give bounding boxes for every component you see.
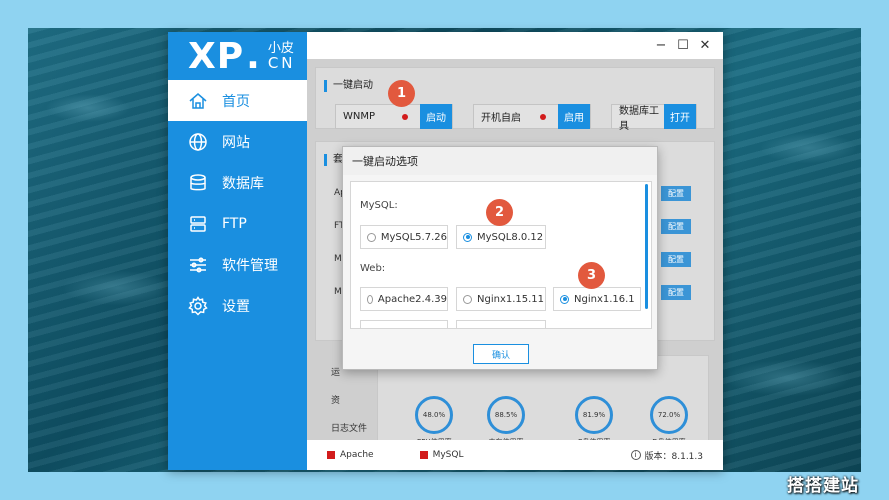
logo-xp: XP	[188, 35, 245, 77]
radio-circle-selected	[463, 232, 472, 242]
suite-row-label: M	[334, 254, 342, 264]
info-icon: i	[630, 450, 641, 460]
sidebar-item-label: 网站	[222, 134, 250, 151]
radio-apache[interactable]: Apache2.4.39	[360, 287, 448, 311]
config-button[interactable]: 配置	[661, 186, 691, 201]
radio-circle	[367, 294, 373, 304]
apache-status-label: Apache	[340, 450, 374, 460]
autostart-box: 开机自启 启用	[473, 104, 591, 129]
sidebar-item-home[interactable]: 首页	[168, 80, 307, 121]
radio-circle-selected	[560, 294, 569, 304]
config-button[interactable]: 配置	[661, 219, 691, 234]
radio-circle	[367, 232, 376, 242]
enable-button[interactable]: 启用	[558, 104, 590, 129]
suite-row-label: M	[334, 287, 342, 297]
quickstart-options-dialog: 一键启动选项 MySQL: MySQL5.7.26 MySQL8.0.12 We…	[342, 146, 658, 370]
config-button[interactable]: 配置	[661, 252, 691, 267]
status-dot	[540, 113, 546, 120]
suite-title: 套	[324, 154, 343, 166]
open-button[interactable]: 打开	[664, 104, 696, 129]
dbtool-label: 数据库工具	[619, 105, 659, 132]
server-icon	[188, 214, 208, 234]
radio-label: Nginx1.16.1	[574, 293, 635, 305]
gear-icon	[188, 295, 208, 316]
status-dot	[402, 113, 408, 120]
radio-partial[interactable]	[456, 320, 546, 328]
config-button[interactable]: 配置	[661, 285, 691, 300]
database-icon	[188, 173, 208, 193]
sidebar-item-ftp[interactable]: FTP	[168, 203, 307, 244]
callout-badge-3: 3	[578, 262, 605, 289]
mysql-status-label: MySQL	[432, 450, 464, 460]
globe-icon	[188, 132, 208, 152]
mysql-group-label: MySQL:	[360, 200, 398, 211]
status-bar: Apache MySQL i 版本：8.1.1.3	[307, 440, 723, 470]
dialog-title: 一键启动选项	[343, 147, 657, 175]
radio-nginx-1-15[interactable]: Nginx1.15.11	[456, 287, 546, 311]
sidebar-item-label: 首页	[222, 93, 250, 110]
wnmp-label: WNMP	[343, 111, 376, 122]
radio-label: Apache2.4.39	[377, 293, 447, 305]
radio-circle	[463, 294, 472, 304]
watermark: 搭搭建站	[787, 476, 859, 496]
radio-mysql5[interactable]: MySQL5.7.26	[360, 225, 448, 249]
sidebar-item-website[interactable]: 网站	[168, 121, 307, 162]
titlebar: − ☐ ✕	[307, 32, 723, 59]
start-button[interactable]: 启动	[420, 104, 452, 129]
tab-runtime[interactable]: 运	[331, 365, 340, 378]
tab-resources[interactable]: 资	[331, 393, 340, 406]
quickstart-panel: 一键启动 WNMP 启动 开机自启 启用 数据库工具 打开	[315, 67, 715, 132]
tab-log-files[interactable]: 日志文件	[331, 421, 367, 434]
sidebar-item-database[interactable]: 数据库	[168, 162, 307, 203]
sidebar-item-software[interactable]: 软件管理	[168, 244, 307, 285]
callout-badge-1: 1	[388, 80, 415, 107]
radio-label: MySQL5.7.26	[380, 231, 447, 243]
radio-mysql8[interactable]: MySQL8.0.12	[456, 225, 546, 249]
logo-cn-suffix: CN	[267, 54, 296, 72]
radio-partial[interactable]	[360, 320, 448, 328]
radio-label: Nginx1.15.11	[477, 293, 545, 305]
web-group-label: Web:	[360, 263, 386, 274]
gauge-ring: 48.0%	[415, 396, 453, 434]
status-square	[419, 451, 428, 459]
wnmp-box: WNMP 启动	[335, 104, 453, 129]
sidebar-item-settings[interactable]: 设置	[168, 285, 307, 326]
gauge-ring: 81.9%	[575, 396, 613, 434]
status-square	[327, 451, 335, 459]
sidebar-item-label: 软件管理	[222, 257, 278, 274]
sidebar-item-label: FTP	[222, 215, 247, 232]
version-label: 版本：8.1.1.3	[644, 451, 704, 462]
home-icon	[188, 91, 208, 111]
autostart-label: 开机自启	[481, 113, 521, 124]
apache-status: Apache	[327, 450, 374, 460]
radio-nginx-1-16[interactable]: Nginx1.16.1	[553, 287, 641, 311]
dbtool-box: 数据库工具 打开	[611, 104, 697, 132]
version-info: i 版本：8.1.1.3	[630, 449, 704, 462]
gauge-ring: 88.5%	[487, 396, 525, 434]
callout-badge-2: 2	[486, 199, 513, 226]
sidebar: XP . 小皮 CN 首页 网站 数据库 FTP 软件管理 设置	[168, 32, 307, 470]
sidebar-item-label: 数据库	[222, 175, 264, 192]
logo-dot: .	[246, 35, 260, 77]
close-button[interactable]: ✕	[695, 36, 715, 56]
sliders-icon	[188, 255, 208, 275]
dialog-scrollbar[interactable]	[645, 184, 648, 309]
radio-label: MySQL8.0.12	[477, 231, 544, 243]
gauge-ring: 72.0%	[650, 396, 688, 434]
quickstart-title: 一键启动	[324, 80, 373, 92]
sidebar-item-label: 设置	[222, 298, 250, 315]
minimize-button[interactable]: −	[651, 36, 671, 56]
sidebar-nav: 首页 网站 数据库 FTP 软件管理 设置	[168, 80, 307, 326]
logo: XP . 小皮 CN	[168, 32, 307, 80]
maximize-button[interactable]: ☐	[673, 36, 693, 56]
mysql-status: MySQL	[419, 450, 464, 460]
confirm-button[interactable]: 确认	[473, 344, 529, 364]
